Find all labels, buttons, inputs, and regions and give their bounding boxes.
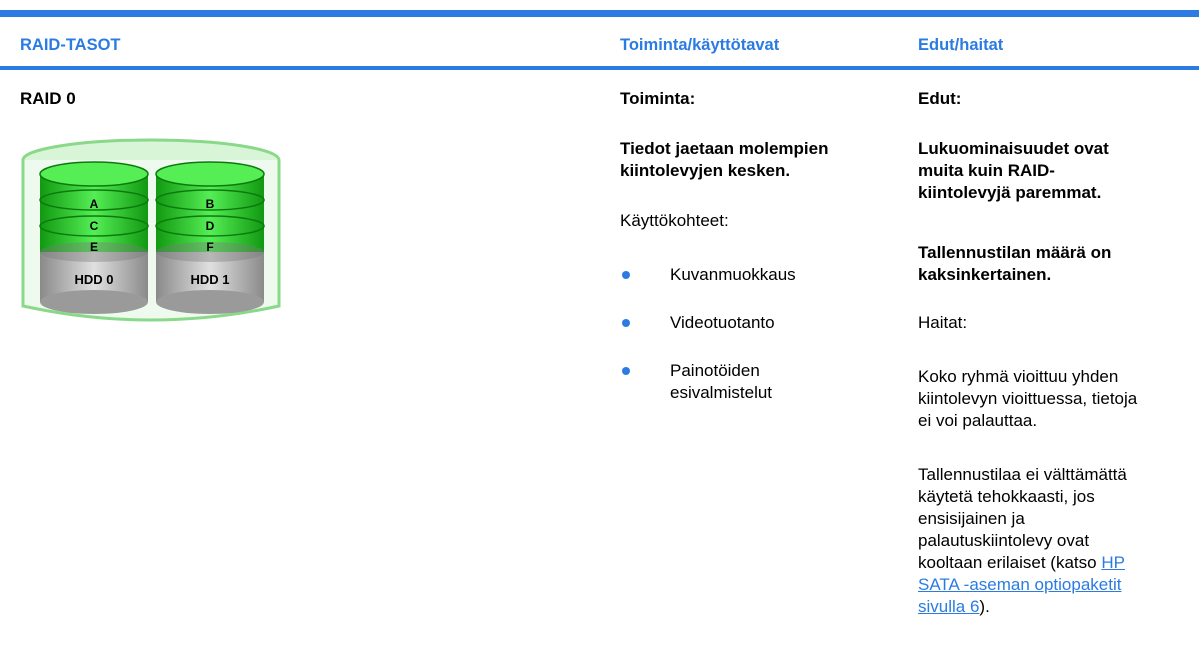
pro2-line2: kaksinkertainen.: [918, 265, 1052, 284]
disk-label-b: B: [206, 197, 215, 211]
con2-line6: SATA -aseman optiopaketit: [918, 574, 1121, 596]
use-item-photo-editing: Kuvanmuokkaus: [670, 265, 796, 284]
hp-sata-link-part2[interactable]: SATA -aseman optiopaketit: [918, 575, 1121, 594]
column-header-pros-cons: Edut/haitat: [918, 36, 1004, 54]
uses-heading: Käyttökohteet:: [620, 211, 729, 230]
use-item-prepress-line2: esivalmistelut: [670, 383, 773, 402]
con2-end: ).: [979, 597, 990, 616]
con2-line4: palautuskiintolevy ovat: [918, 531, 1090, 550]
pro1-line2: muita kuin RAID-: [918, 161, 1055, 180]
function-desc-line2: kiintolevyjen kesken.: [620, 161, 791, 180]
hp-sata-link-part3[interactable]: sivulla 6: [918, 597, 979, 616]
disk-hdd1: [155, 161, 265, 314]
disk-name-hdd0: HDD 0: [74, 272, 113, 287]
pro1-line3: kiintolevyjä paremmat.: [918, 183, 1102, 202]
cons-heading: Haitat:: [918, 313, 968, 332]
use-item-prepress-line1: Painotöiden: [670, 361, 760, 380]
pro1-line1: Lukuominaisuudet ovat: [918, 139, 1109, 158]
raid0-diagram: A C E B D F HDD 0 HDD 1: [21, 138, 281, 322]
bullet-icon: [622, 271, 630, 279]
con2-line5: kooltaan erilaiset (katso HP: [918, 552, 1125, 574]
con2-tail-text: kooltaan erilaiset (katso: [918, 553, 1102, 572]
pro2-line1: Tallennustilan määrä on: [918, 243, 1112, 262]
bullet-icon: [622, 319, 630, 327]
disk-label-a: A: [90, 197, 99, 211]
con2-line2: käytetä tehokkaasti, jos: [918, 487, 1095, 506]
use-item-video-production: Videotuotanto: [670, 313, 775, 332]
column-header-function: Toiminta/käyttötavat: [620, 36, 780, 54]
header-rule: [0, 66, 1199, 70]
con1-line1: Koko ryhmä vioittuu yhden: [918, 367, 1119, 386]
disk-label-d: D: [206, 219, 215, 233]
disk-label-e: E: [90, 240, 98, 254]
con2-line1: Tallennustilaa ei välttämättä: [918, 465, 1127, 484]
con2-line7: sivulla 6).: [918, 596, 990, 618]
column-header-raid-levels: RAID-TASOT: [20, 36, 121, 54]
raid-level-title: RAID 0: [20, 89, 76, 108]
function-desc-line1: Tiedot jaetaan molempien: [620, 139, 829, 158]
con1-line3: ei voi palauttaa.: [918, 411, 1038, 430]
con1-line2: kiintolevyn vioittuessa, tietoja: [918, 389, 1138, 408]
bullet-icon: [622, 367, 630, 375]
hp-sata-link-part1[interactable]: HP: [1101, 553, 1125, 572]
disk-label-c: C: [90, 219, 99, 233]
disk-label-f: F: [206, 240, 213, 254]
disk-name-hdd1: HDD 1: [190, 272, 229, 287]
function-heading: Toiminta:: [620, 89, 696, 108]
disk-hdd0: [39, 161, 149, 314]
top-rule: [0, 10, 1199, 17]
con2-line3: ensisijainen ja: [918, 509, 1025, 528]
pros-heading: Edut:: [918, 89, 962, 108]
